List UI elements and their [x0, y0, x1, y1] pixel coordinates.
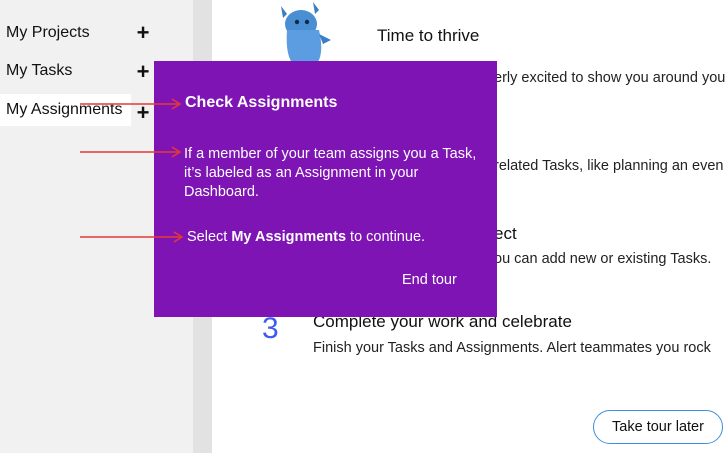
- tour-instruction-target: My Assignments: [231, 229, 347, 245]
- intro-text: erly excited to show you around you: [494, 70, 726, 86]
- take-tour-later-button[interactable]: Take tour later: [593, 410, 723, 444]
- add-assignment-icon[interactable]: +: [135, 102, 151, 124]
- tour-instruction: Select My Assignments to continue.: [187, 229, 425, 245]
- sidebar-item-label: My Assignments: [6, 101, 123, 118]
- tour-title: Check Assignments: [185, 94, 338, 111]
- step-3-desc: Finish your Tasks and Assignments. Alert…: [313, 340, 711, 356]
- step-2-desc: ou can add new or existing Tasks.: [494, 251, 712, 267]
- tour-popover: Check Assignments If a member of your te…: [154, 61, 497, 317]
- tour-instruction-suffix: to continue.: [346, 229, 426, 245]
- add-project-icon[interactable]: +: [135, 22, 151, 44]
- tasks-text: related Tasks, like planning an even: [494, 158, 724, 174]
- step-3-number: 3: [262, 312, 279, 345]
- sidebar-item-label: My Projects: [6, 24, 90, 41]
- tour-instruction-prefix: Select: [187, 229, 232, 245]
- step-2-title: ect: [494, 224, 517, 243]
- sidebar-item-label: My Tasks: [6, 62, 73, 79]
- tour-description: If a member of your team assigns you a T…: [184, 146, 477, 200]
- page-heading: Time to thrive: [377, 26, 480, 45]
- sidebar-item-my-assignments[interactable]: My Assignments: [0, 94, 131, 126]
- end-tour-button[interactable]: End tour: [402, 272, 457, 288]
- add-task-icon[interactable]: +: [135, 61, 151, 83]
